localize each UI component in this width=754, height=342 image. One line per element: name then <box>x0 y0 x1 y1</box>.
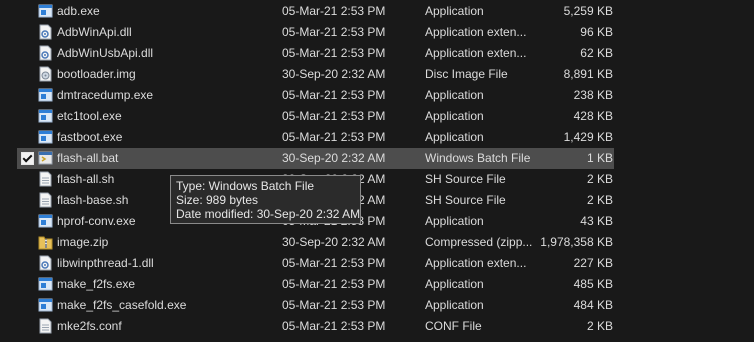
file-row[interactable]: fastboot.exe 05-Mar-21 2:53 PM Application… <box>0 127 754 148</box>
file-row[interactable]: flash-all.sh30-Sep-20 2:32 AMSH Source F… <box>0 169 754 190</box>
file-size: 1,429 KB <box>563 130 613 144</box>
file-row[interactable]: libwinpthread-1.dll 05-Mar-21 2:53 PM Appl… <box>0 253 754 274</box>
file-row[interactable]: dmtracedump.exe 05-Mar-21 2:53 PM Applicat… <box>0 85 754 106</box>
file-date-modified: 05-Mar-21 2:53 PM <box>282 4 386 18</box>
file-row[interactable]: bootloader.img 30-Sep-20 2:32 AM Disc Imag… <box>0 64 754 85</box>
file-row[interactable]: image.zip 30-Sep-20 2:32 AM Compressed (zi… <box>0 232 754 253</box>
file-size: 2 KB <box>586 319 613 333</box>
file-date-modified: 05-Mar-21 2:53 PM <box>282 277 386 291</box>
file-date-modified: 05-Mar-21 2:53 PM <box>282 25 386 39</box>
file-name: AdbWinUsbApi.dll <box>57 46 154 60</box>
text-file-icon <box>38 171 53 187</box>
file-name: libwinpthread-1.dll <box>57 256 154 270</box>
file-date-modified: 05-Mar-21 2:53 PM <box>282 109 386 123</box>
file-size: 484 KB <box>573 298 613 312</box>
file-row[interactable]: AdbWinUsbApi.dll 05-Mar-21 2:53 PM Applica… <box>0 43 754 64</box>
file-name: adb.exe <box>57 4 100 18</box>
file-row[interactable]: hprof-conv.exe05-Mar-21 2:53 PMApplicati… <box>0 211 754 232</box>
file-size: 5,259 KB <box>563 4 613 18</box>
file-date-modified: 05-Mar-21 2:53 PM <box>282 130 386 144</box>
file-name: flash-all.bat <box>57 151 119 165</box>
file-row[interactable]: make_f2fs_casefold.exe 05-Mar-21 2:53 PM A… <box>0 295 754 316</box>
file-size: 2 KB <box>586 172 613 186</box>
file-row[interactable]: flash-all.bat 30-Sep-20 2:32 AM Windows Ba… <box>17 148 614 169</box>
text-file-icon <box>38 192 53 208</box>
file-row[interactable]: adb.exe 05-Mar-21 2:53 PM Application 5,259… <box>0 1 754 22</box>
file-name: mke2fs.conf <box>57 319 122 333</box>
application-icon <box>38 297 53 313</box>
dll-file-icon <box>38 45 53 61</box>
application-icon <box>38 213 53 229</box>
file-date-modified: 30-Sep-20 2:32 AM <box>282 67 386 81</box>
file-name: dmtracedump.exe <box>57 88 154 102</box>
file-size: 227 KB <box>573 256 613 270</box>
zip-folder-icon <box>38 234 53 250</box>
file-name: fastboot.exe <box>57 130 123 144</box>
application-icon <box>38 108 53 124</box>
file-size: 238 KB <box>573 88 613 102</box>
application-icon <box>38 129 53 145</box>
file-tooltip: Type: Windows Batch File Size: 989 bytes… <box>170 175 361 224</box>
file-name: make_f2fs.exe <box>57 277 136 291</box>
file-date-modified: 05-Mar-21 2:53 PM <box>282 319 386 333</box>
file-name: bootloader.img <box>57 67 136 81</box>
file-size: 62 KB <box>580 46 613 60</box>
file-row[interactable]: flash-base.sh30-Sep-20 2:32 AMSH Source … <box>0 190 754 211</box>
file-name: etc1tool.exe <box>57 109 122 123</box>
file-size: 428 KB <box>573 109 613 123</box>
file-date-modified: 05-Mar-21 2:53 PM <box>282 256 386 270</box>
tooltip-type: Type: Windows Batch File <box>176 179 315 193</box>
file-row[interactable]: AdbWinApi.dll 05-Mar-21 2:53 PM Applicatio… <box>0 22 754 43</box>
file-size: 96 KB <box>580 25 613 39</box>
file-date-modified: 05-Mar-21 2:53 PM <box>282 46 386 60</box>
file-size: 2 KB <box>586 193 613 207</box>
file-name: make_f2fs_casefold.exe <box>57 298 187 312</box>
disc-image-icon <box>38 66 53 82</box>
file-date-modified: 30-Sep-20 2:32 AM <box>282 235 386 249</box>
file-date-modified: 05-Mar-21 2:53 PM <box>282 88 386 102</box>
file-row[interactable]: etc1tool.exe 05-Mar-21 2:53 PM Application… <box>0 106 754 127</box>
file-row[interactable]: make_f2fs.exe 05-Mar-21 2:53 PM Applicatio… <box>0 274 754 295</box>
file-size: 1,978,358 KB <box>540 235 613 249</box>
file-name: image.zip <box>57 235 109 249</box>
batch-file-icon <box>38 150 53 166</box>
file-size: 485 KB <box>573 277 613 291</box>
file-date-modified: 05-Mar-21 2:53 PM <box>282 298 386 312</box>
file-size: 1 KB <box>586 151 613 165</box>
row-checkbox[interactable] <box>21 152 34 165</box>
tooltip-date-modified: Date modified: 30-Sep-20 2:32 AM <box>176 207 361 221</box>
file-date-modified: 30-Sep-20 2:32 AM <box>282 151 386 165</box>
tooltip-size: Size: 989 bytes <box>176 193 259 207</box>
file-size: 8,891 KB <box>563 67 613 81</box>
file-name: AdbWinApi.dll <box>57 25 132 39</box>
text-file-icon <box>38 318 53 334</box>
application-icon <box>38 3 53 19</box>
dll-file-icon <box>38 255 53 271</box>
application-icon <box>38 276 53 292</box>
application-icon <box>38 87 53 103</box>
file-size: 43 KB <box>580 214 613 228</box>
dll-file-icon <box>38 24 53 40</box>
file-row[interactable]: mke2fs.conf 05-Mar-21 2:53 PM CONF File 2 K… <box>0 316 754 337</box>
